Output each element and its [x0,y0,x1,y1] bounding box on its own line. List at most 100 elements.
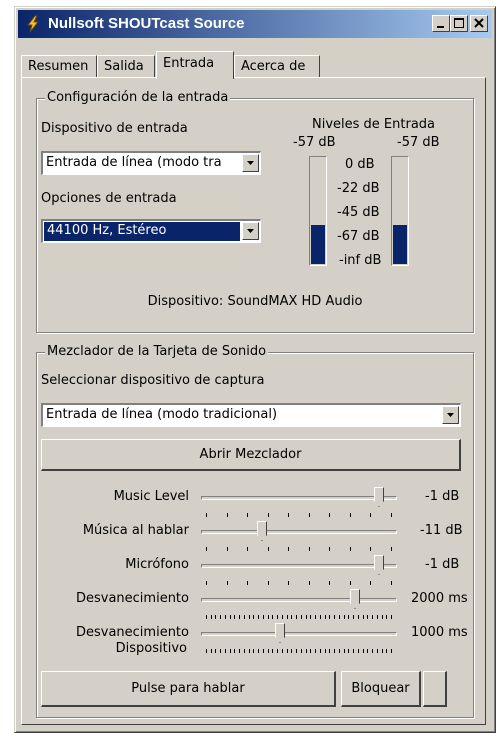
tab-entrada[interactable]: Entrada [156,51,234,79]
slider-tick [230,649,231,653]
open-mixer-button[interactable]: Abrir Mezclador [41,439,461,471]
slider-tick [268,513,269,517]
tab-label: Entrada [163,56,215,71]
slider-thumb[interactable] [275,623,285,643]
slider-tick [315,649,316,653]
slider-tick [247,547,248,551]
tab-resumen[interactable]: Resumen [21,55,97,77]
tab-panel-entrada: Configuración de la entrada Dispositivo … [21,77,486,725]
dropdown-arrow-button[interactable] [242,154,259,172]
slider-tick [334,649,335,653]
lightning-bolt-icon [26,15,40,33]
slider-tick [344,615,345,619]
slider-tick [309,547,310,551]
slider-tick [309,513,310,517]
tab-salida[interactable]: Salida [97,55,155,77]
slider-tick [247,513,248,517]
slider-value-music-level: -1 dB [425,489,460,504]
slider-tick [329,649,330,653]
slider-tick [225,615,226,619]
music-level-slider[interactable] [201,487,397,511]
close-icon [474,18,484,28]
slider-value-device-fade: 1000 ms [411,625,468,640]
slider-tick [370,581,371,585]
push-to-talk-button[interactable]: Pulse para hablar [41,671,336,707]
chevron-down-icon [247,229,254,233]
slider-tick [363,615,364,619]
title-bar[interactable]: Nullsoft SHOUTcast Source [18,10,492,38]
microphone-slider[interactable] [201,555,397,579]
window-title: Nullsoft SHOUTcast Source [48,15,245,32]
slider-ticks [206,513,392,519]
slider-thumb[interactable] [374,487,384,507]
device-fade-slider[interactable] [201,623,397,647]
slider-tick [206,615,207,619]
slider-tick [282,649,283,653]
slider-tick [391,547,392,551]
slider-label-microphone: Micrófono [125,557,189,572]
right-meter-fill [393,225,407,264]
input-device-select[interactable]: Entrada de línea (modo tra [41,151,261,175]
slider-tick [344,649,345,653]
slider-tick [220,649,221,653]
slider-tick [206,547,207,551]
chevron-down-icon [447,413,454,417]
slider-tick [211,615,212,619]
slider-tick [391,513,392,517]
capture-device-label: Seleccionar dispositivo de captura [41,373,265,388]
lock-indicator-button[interactable] [423,671,447,707]
slider-thumb[interactable] [374,555,384,575]
slider-label-music-level: Music Level [113,489,189,504]
slider-tick [225,649,226,653]
push-to-talk-label: Pulse para hablar [131,681,245,696]
slider-thumb[interactable] [257,521,267,541]
slider-tick [306,615,307,619]
slider-tick [310,615,311,619]
slider-tick [268,547,269,551]
slider-tick [296,615,297,619]
slider-ticks [206,547,392,553]
fade-slider[interactable] [201,589,397,613]
slider-tick [358,649,359,653]
slider-tick [288,547,289,551]
slider-tick [291,649,292,653]
music-talk-slider[interactable] [201,521,397,545]
minimize-button[interactable] [432,15,450,32]
slider-tick [239,615,240,619]
slider-tick [358,615,359,619]
slider-tick [244,615,245,619]
input-options-value: 44100 Hz, Estéreo [44,222,240,241]
mixer-group: Mezclador de la Tarjeta de Sonido Selecc… [36,344,474,718]
slider-tick [247,581,248,585]
slider-tick [367,615,368,619]
slider-tick [391,649,392,653]
mixer-legend: Mezclador de la Tarjeta de Sonido [45,344,269,359]
slider-tick [350,513,351,517]
close-button[interactable] [470,15,488,32]
lock-button[interactable]: Bloquear [341,671,421,707]
slider-tick [329,513,330,517]
dropdown-arrow-button[interactable] [242,222,259,240]
slider-tick [215,649,216,653]
dropdown-arrow-button[interactable] [442,406,459,424]
slider-ticks [206,615,392,621]
tab-acerca-de[interactable]: Acerca de [234,55,320,77]
slider-tick [309,581,310,585]
slider-tick [329,615,330,619]
slider-tick [325,615,326,619]
input-options-select[interactable]: 44100 Hz, Estéreo [41,219,261,243]
slider-tick [382,649,383,653]
maximize-button[interactable] [450,15,468,32]
slider-tick [372,649,373,653]
slider-tick [263,649,264,653]
slider-tick [350,547,351,551]
slider-tick [234,615,235,619]
slider-thumb[interactable] [350,589,360,609]
slider-tick [268,581,269,585]
slider-tick [277,649,278,653]
slider-tick [301,649,302,653]
capture-device-select[interactable]: Entrada de línea (modo tradicional) [41,403,461,427]
slider-tick [329,547,330,551]
slider-tick [258,649,259,653]
slider-tick [249,649,250,653]
